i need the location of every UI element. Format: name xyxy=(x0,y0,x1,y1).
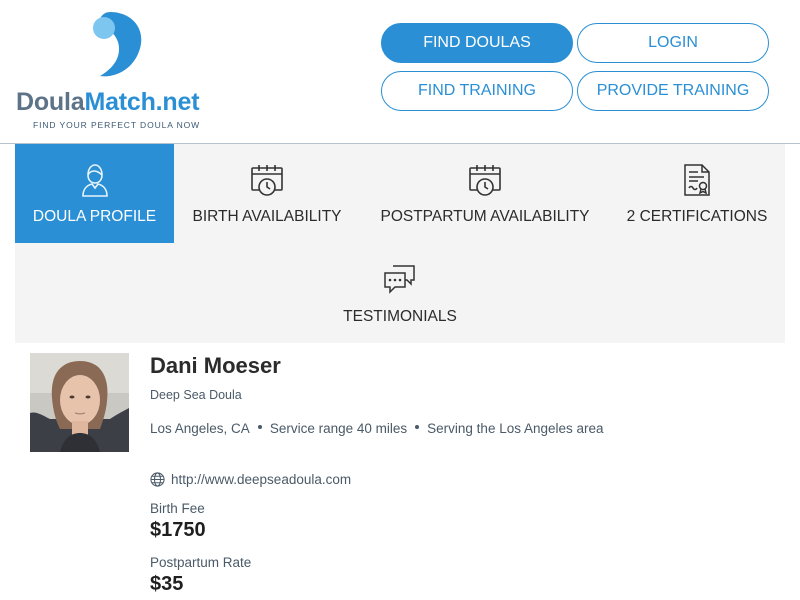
postpartum-rate-label: Postpartum Rate xyxy=(150,555,252,570)
logo-tagline: FIND YOUR PERFECT DOULA NOW xyxy=(33,120,201,130)
tab-label: DOULA PROFILE xyxy=(32,208,157,225)
calendar-clock-icon xyxy=(467,162,503,198)
service-range: Service range 40 miles xyxy=(269,421,408,436)
doula-avatar xyxy=(30,353,129,452)
logo-mark-icon xyxy=(93,12,142,77)
certificate-icon xyxy=(679,162,715,198)
person-icon xyxy=(77,162,113,198)
find-training-button[interactable]: FIND TRAINING xyxy=(381,71,573,111)
postpartum-rate-value: $35 xyxy=(150,573,184,595)
tab-birth-availability[interactable]: BIRTH AVAILABILITY xyxy=(185,144,349,243)
separator-dot xyxy=(257,425,262,430)
find-doulas-button[interactable]: FIND DOULAS xyxy=(381,23,573,63)
tab-label: POSTPARTUM AVAILABILITY xyxy=(380,208,590,225)
logo-wordmark-part2: Match.net xyxy=(84,88,200,116)
doula-name: Dani Moeser xyxy=(150,353,281,378)
tab-label: 2 CERTIFICATIONS xyxy=(626,208,768,225)
location-city: Los Angeles, CA xyxy=(150,421,250,436)
website-url[interactable]: http://www.deepseadoula.com xyxy=(171,472,351,487)
location-info: Los Angeles, CA Service range 40 miles Ser… xyxy=(150,418,630,440)
tab-postpartum-availability[interactable]: POSTPARTUM AVAILABILITY xyxy=(375,144,595,243)
birth-fee-value: $1750 xyxy=(150,519,206,541)
website-link[interactable]: http://www.deepseadoula.com xyxy=(150,472,351,487)
globe-icon xyxy=(150,472,165,487)
separator-dot xyxy=(415,425,420,430)
birth-fee-label: Birth Fee xyxy=(150,501,205,516)
chat-bubbles-icon xyxy=(382,262,418,298)
logo-wordmark: DoulaMatch.net xyxy=(16,88,200,117)
login-button[interactable]: LOGIN xyxy=(577,23,769,63)
tab-certifications[interactable]: 2 CERTIFICATIONS xyxy=(619,144,775,243)
logo-wordmark-part1: Doula xyxy=(16,88,85,116)
tab-doula-profile[interactable]: DOULA PROFILE xyxy=(15,144,174,243)
business-name: Deep Sea Doula xyxy=(150,388,242,402)
provide-training-button[interactable]: PROVIDE TRAINING xyxy=(577,71,769,111)
site-logo[interactable]: DoulaMatch.net FIND YOUR PERFECT DOULA N… xyxy=(14,10,224,134)
site-header: DoulaMatch.net FIND YOUR PERFECT DOULA N… xyxy=(0,0,800,144)
serving-area: Serving the Los Angeles area xyxy=(427,421,604,436)
calendar-clock-icon xyxy=(249,162,285,198)
tab-label: BIRTH AVAILABILITY xyxy=(192,208,342,225)
tab-testimonials[interactable]: TESTIMONIALS xyxy=(325,244,475,343)
profile-tabs: DOULA PROFILE BIRTH AVAILABILITY POSTPAR… xyxy=(15,144,785,343)
tab-label: TESTIMONIALS xyxy=(343,308,457,325)
